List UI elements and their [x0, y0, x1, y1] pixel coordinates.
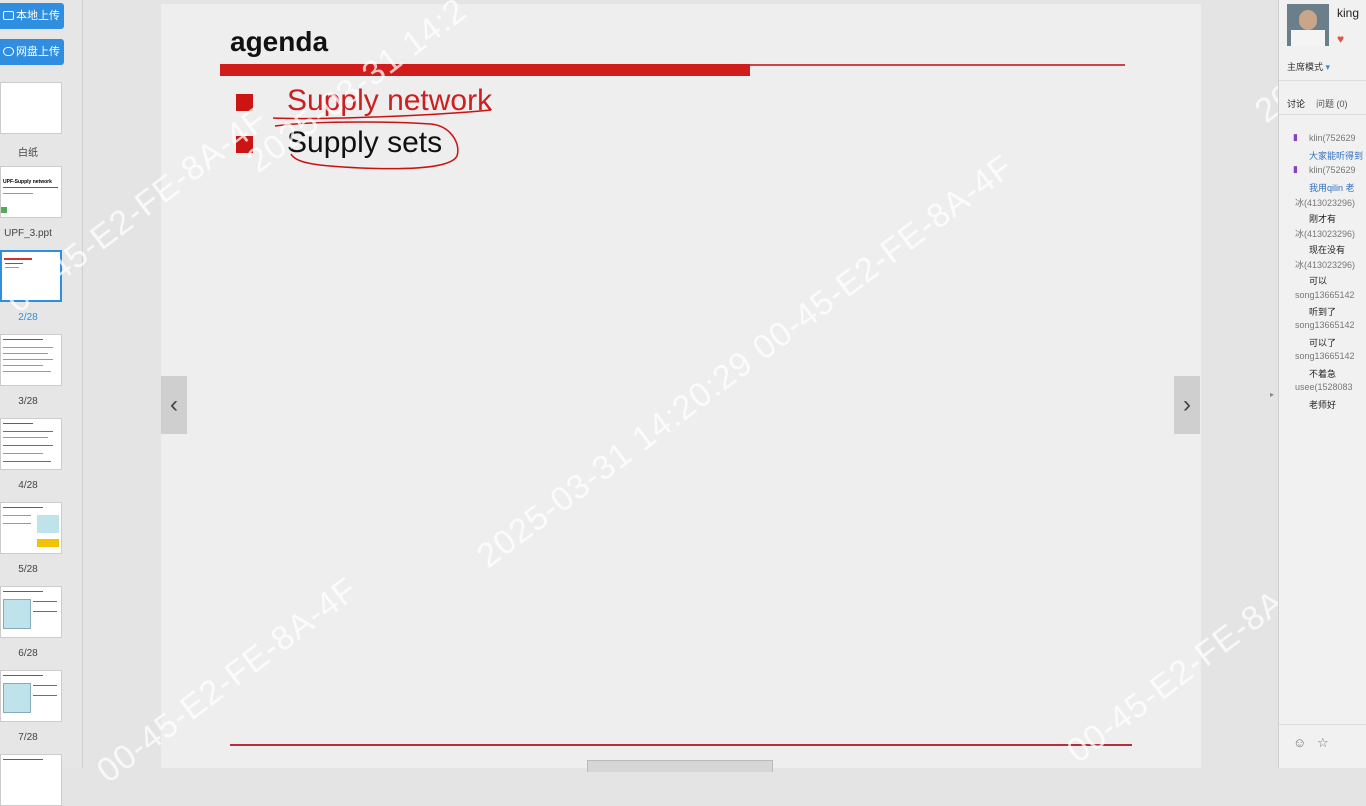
- chat-message: 不着急: [1309, 369, 1337, 379]
- chevron-down-icon: ▾: [1325, 62, 1331, 72]
- footer-rule: [230, 744, 1132, 746]
- thumb-label: 3/28: [18, 396, 38, 407]
- thumb-slide-7[interactable]: [0, 670, 62, 722]
- thumb-label: 白纸: [18, 148, 38, 159]
- thumb-slide-6[interactable]: [0, 586, 62, 638]
- thumb-label: UPF_3.ppt: [4, 228, 52, 239]
- next-slide-button[interactable]: ›: [1174, 376, 1200, 434]
- chevron-left-icon: ‹: [170, 391, 178, 418]
- thumb-slide-4[interactable]: [0, 418, 62, 470]
- chat-message: 刚才有: [1309, 214, 1337, 224]
- chat-sender: song13665142: [1295, 290, 1355, 300]
- star-icon[interactable]: ☆: [1317, 735, 1329, 751]
- chat-message: 可以了: [1309, 338, 1337, 348]
- chat-message: 现在没有: [1309, 245, 1346, 255]
- tab-questions[interactable]: 问题 (0): [1316, 97, 1348, 110]
- chat-sender: 冰(413023296): [1295, 260, 1356, 270]
- tab-discussion[interactable]: 讨论: [1287, 97, 1305, 110]
- chat-sender: 冰(413023296): [1295, 198, 1356, 208]
- avatar: [1287, 4, 1329, 46]
- thumb-label: 4/28: [18, 480, 38, 491]
- mode-label: 主席模式: [1287, 62, 1324, 72]
- cloud-icon: [3, 47, 14, 56]
- question-count: (0): [1336, 99, 1348, 109]
- thumb-label: 7/28: [18, 732, 38, 743]
- thumb-ppt[interactable]: UPF-Supply network: [0, 166, 62, 218]
- mode-select[interactable]: 主席模式 ▾: [1287, 60, 1330, 73]
- prev-slide-button[interactable]: ‹: [161, 376, 187, 434]
- upload-cloud-label: 网盘上传: [16, 46, 60, 58]
- upload-local-label: 本地上传: [16, 10, 60, 22]
- thumb-title: UPF-Supply network: [3, 179, 52, 185]
- tab-questions-label: 问题: [1316, 99, 1335, 109]
- slide-toolbar[interactable]: [587, 760, 773, 772]
- sidebar-divider: [82, 0, 83, 768]
- upload-cloud-button[interactable]: 网盘上传: [0, 39, 64, 65]
- chat-message: 我用qilin 老: [1309, 183, 1355, 193]
- emoji-icon[interactable]: ☺: [1293, 735, 1306, 750]
- gift-icon: ▮: [1293, 132, 1298, 142]
- chat-sender: klin(752629: [1309, 133, 1356, 143]
- user-name: king: [1337, 6, 1360, 20]
- chat-sender: 冰(413023296): [1295, 229, 1356, 239]
- chat-sender: usee(1528083: [1295, 382, 1353, 392]
- thumb-slide-8[interactable]: [0, 754, 62, 806]
- chat-sender: klin(752629: [1309, 165, 1356, 175]
- thumb-label: 5/28: [18, 564, 38, 575]
- chevron-right-icon: ›: [1183, 391, 1191, 418]
- upload-local-button[interactable]: 本地上传: [0, 3, 64, 29]
- expand-arrow-icon[interactable]: ▸: [1270, 390, 1274, 399]
- chat-message: 老师好: [1309, 400, 1337, 410]
- slide-sidebar: 本地上传 网盘上传 白纸 UPF-Supply network UPF_3.pp…: [0, 0, 82, 806]
- chat-message: 可以: [1309, 276, 1328, 286]
- thumb-slide-5[interactable]: [0, 502, 62, 554]
- gift-icon: ▮: [1293, 164, 1298, 174]
- heart-icon[interactable]: ♥: [1337, 32, 1344, 46]
- thumb-slide-3[interactable]: [0, 334, 62, 386]
- chat-message: 大家能听得到: [1309, 151, 1364, 161]
- monitor-icon: [3, 11, 14, 20]
- chat-message: 听到了: [1309, 307, 1337, 317]
- chat-sender: song13665142: [1295, 320, 1355, 330]
- thumb-blank[interactable]: [0, 82, 62, 134]
- thumb-label: 6/28: [18, 648, 38, 659]
- right-panel: king ♥ 主席模式 ▾ 讨论 问题 (0) ▮ klin(752629 大家…: [1278, 0, 1366, 768]
- chat-sender: song13665142: [1295, 351, 1355, 361]
